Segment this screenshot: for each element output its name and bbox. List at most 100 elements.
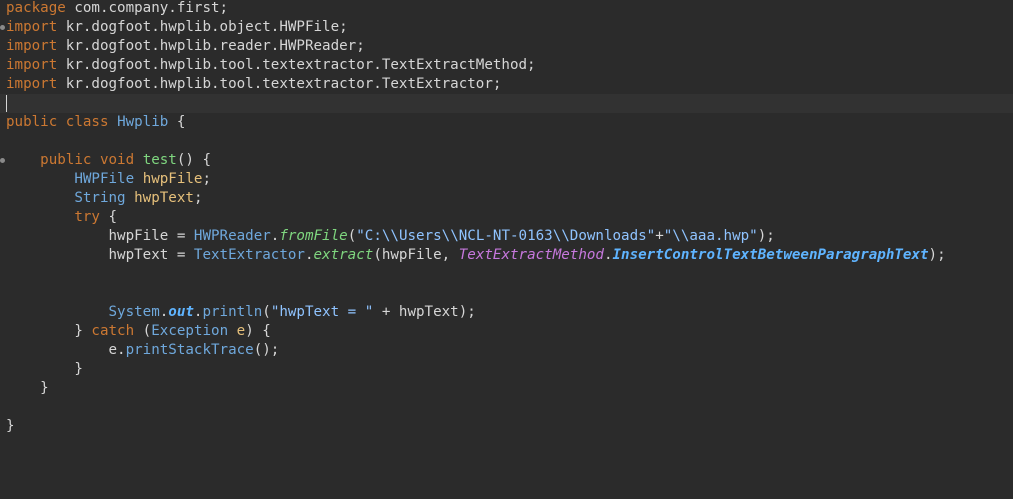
code-token: kr.dogfoot.hwplib.object.HWPFile;: [57, 19, 348, 35]
code-line[interactable]: }: [0, 379, 1013, 398]
code-token: (: [262, 304, 271, 320]
code-token: fromFile: [279, 228, 348, 244]
code-text: try {: [6, 208, 117, 227]
code-token: TextExtractor: [193, 247, 305, 263]
code-line[interactable]: public class Hwplib {: [0, 113, 1013, 132]
code-token: test: [142, 152, 177, 168]
code-line[interactable]: [0, 132, 1013, 151]
code-token: .: [159, 304, 169, 320]
code-text: String hwpText;: [6, 189, 202, 208]
code-line[interactable]: String hwpText;: [0, 189, 1013, 208]
code-token: Exception: [151, 323, 229, 339]
code-token: HWPFile: [74, 171, 135, 187]
code-line[interactable]: e.printStackTrace();: [0, 341, 1013, 360]
code-editor[interactable]: package com.company.first; import kr.dogf…: [0, 0, 1013, 499]
code-line[interactable]: }: [0, 417, 1013, 436]
code-line[interactable]: HWPFile hwpFile;: [0, 170, 1013, 189]
fold-marker-icon[interactable]: [0, 158, 5, 163]
code-line[interactable]: } catch (Exception e) {: [0, 322, 1013, 341]
code-token: "\\aaa.hwp": [663, 228, 758, 244]
code-line[interactable]: [0, 265, 1013, 284]
code-token: kr.dogfoot.hwplib.tool.textextractor.Tex…: [57, 57, 536, 73]
code-text: import kr.dogfoot.hwplib.tool.textextrac…: [6, 75, 501, 94]
code-token: public: [40, 152, 92, 168]
code-line[interactable]: [0, 284, 1013, 303]
code-token: extract: [313, 247, 374, 263]
code-token: import: [6, 57, 58, 73]
code-token: .: [304, 247, 314, 263]
code-text: hwpFile = HWPReader.fromFile("C:\\Users\…: [6, 227, 775, 246]
code-token: HWPReader: [193, 228, 271, 244]
code-text: HWPFile hwpFile;: [6, 170, 211, 189]
code-token: + hwpText);: [373, 304, 476, 320]
code-token: public: [6, 114, 58, 130]
code-line[interactable]: package com.company.first;: [0, 0, 1013, 18]
code-token: printStackTrace: [125, 342, 254, 358]
code-token: }: [6, 380, 49, 396]
code-token: (: [134, 323, 152, 339]
code-token: {: [99, 209, 118, 225]
code-text: import kr.dogfoot.hwplib.reader.HWPReade…: [6, 37, 365, 56]
code-line[interactable]: [0, 398, 1013, 417]
code-text: import kr.dogfoot.hwplib.object.HWPFile;: [6, 18, 348, 37]
code-token: hwpFile =: [6, 228, 194, 244]
code-line[interactable]: try {: [0, 208, 1013, 227]
code-text: }: [6, 360, 83, 379]
code-line[interactable]: }: [0, 360, 1013, 379]
code-line[interactable]: import kr.dogfoot.hwplib.tool.textextrac…: [0, 56, 1013, 75]
code-line[interactable]: import kr.dogfoot.hwplib.tool.textextrac…: [0, 75, 1013, 94]
code-token: class: [65, 114, 109, 130]
code-token: ();: [253, 342, 280, 358]
code-token: }: [6, 361, 83, 377]
code-token: import: [6, 38, 58, 54]
code-token: InsertControlTextBetweenParagraphText: [612, 247, 929, 263]
code-text: }: [6, 379, 49, 398]
code-token: out: [168, 304, 194, 320]
code-token: hwpText =: [6, 247, 194, 263]
code-token: {: [168, 114, 186, 130]
code-token: +: [655, 228, 664, 244]
code-text: }: [6, 417, 15, 436]
code-line[interactable]: import kr.dogfoot.hwplib.object.HWPFile;: [0, 18, 1013, 37]
fold-marker-icon[interactable]: [0, 25, 5, 30]
code-token: import: [6, 19, 58, 35]
code-text: package com.company.first;: [6, 0, 228, 18]
code-text: public void test() {: [6, 151, 211, 170]
code-line[interactable]: public void test() {: [0, 151, 1013, 170]
code-text: hwpText = TextExtractor.extract(hwpFile,…: [6, 246, 945, 265]
code-token: void: [99, 152, 135, 168]
code-line[interactable]: System.out.println("hwpText = " + hwpTex…: [0, 303, 1013, 322]
code-token: ;: [193, 190, 203, 206]
code-token: e.: [6, 342, 126, 358]
code-line[interactable]: [0, 94, 1013, 113]
code-token: kr.dogfoot.hwplib.reader.HWPReader;: [57, 38, 365, 54]
code-token: System: [108, 304, 160, 320]
code-token: package: [6, 0, 66, 16]
code-token: }: [6, 323, 92, 339]
code-line[interactable]: hwpFile = HWPReader.fromFile("C:\\Users\…: [0, 227, 1013, 246]
code-token: Hwplib: [117, 114, 169, 130]
code-text: import kr.dogfoot.hwplib.tool.textextrac…: [6, 56, 536, 75]
code-token: () {: [176, 152, 212, 168]
code-token: TextExtractMethod: [458, 247, 604, 263]
code-line[interactable]: import kr.dogfoot.hwplib.reader.HWPReade…: [0, 37, 1013, 56]
code-token: );: [757, 228, 775, 244]
code-token: e: [236, 323, 246, 339]
text-caret: [6, 95, 7, 112]
code-token: ) {: [245, 323, 271, 339]
code-token: hwpText: [134, 190, 194, 206]
code-token: ;: [202, 171, 212, 187]
code-token: }: [6, 418, 15, 434]
code-token: hwpFile: [142, 171, 203, 187]
code-line[interactable]: hwpText = TextExtractor.extract(hwpFile,…: [0, 246, 1013, 265]
code-token: String: [74, 190, 126, 206]
